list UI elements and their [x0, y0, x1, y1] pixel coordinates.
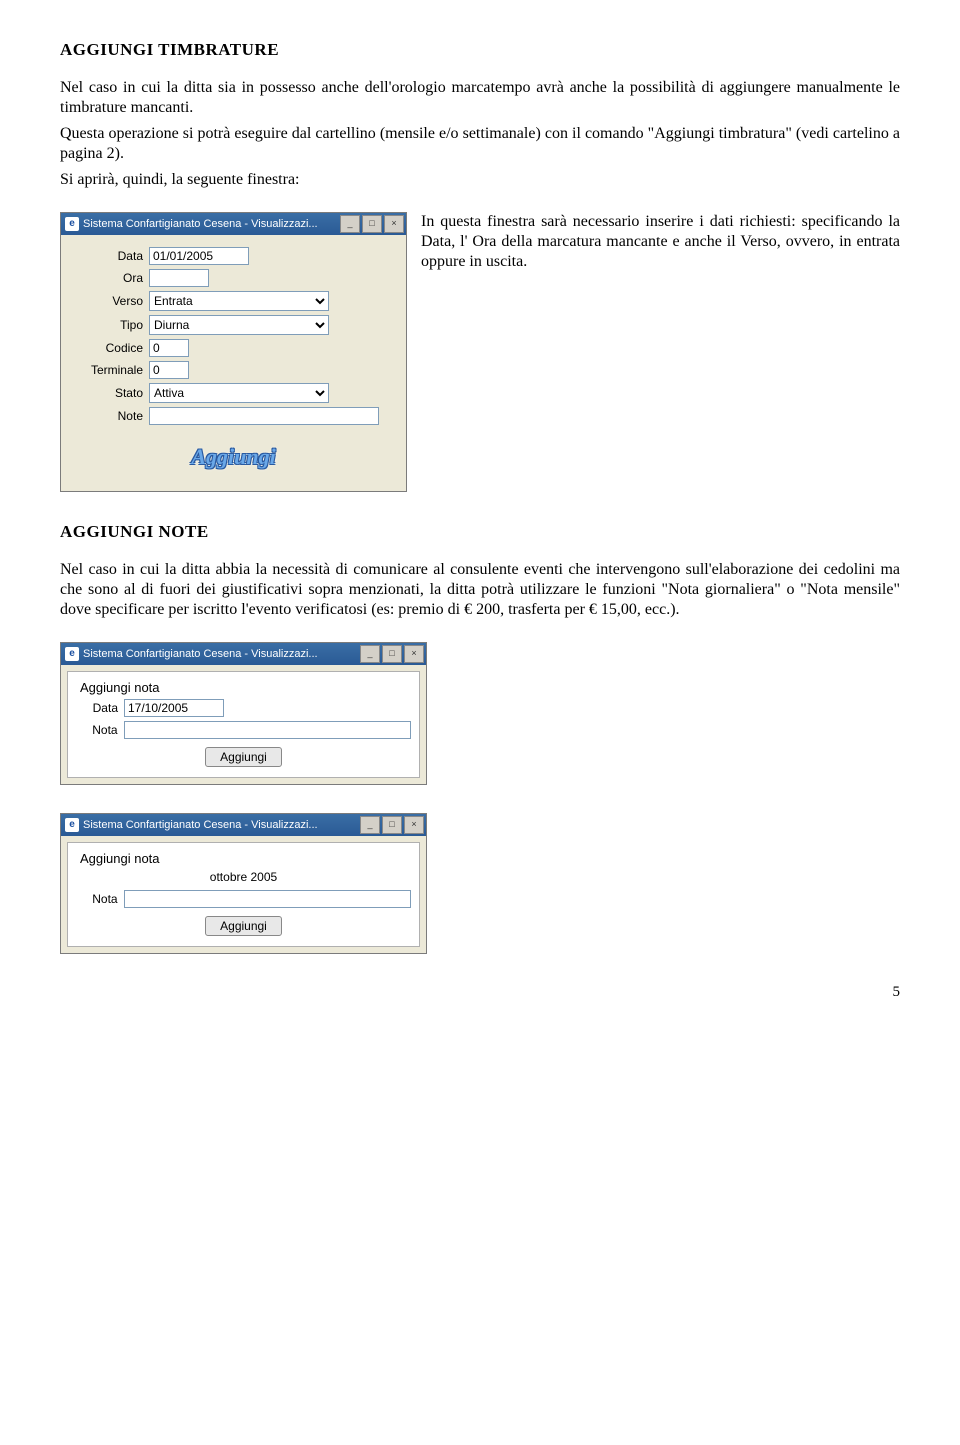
dialog-aggiungi-nota-giornaliera: e Sistema Confartigianato Cesena - Visua…: [60, 642, 427, 785]
label-data: Data: [76, 701, 124, 715]
form-heading: Aggiungi nota: [80, 680, 411, 695]
ie-icon: e: [65, 647, 79, 661]
minimize-button[interactable]: _: [360, 645, 380, 663]
titlebar[interactable]: e Sistema Confartigianato Cesena - Visua…: [61, 643, 426, 665]
label-ora: Ora: [71, 271, 149, 285]
para-text: Si aprirà, quindi, la seguente finestra:: [60, 170, 900, 190]
para-text: Nel caso in cui la ditta abbia la necess…: [60, 560, 900, 620]
label-nota: Nota: [76, 892, 124, 906]
ie-icon: e: [65, 818, 79, 832]
close-button[interactable]: ×: [404, 816, 424, 834]
label-note: Note: [71, 409, 149, 423]
dialog-aggiungi-timbratura: e Sistema Confartigianato Cesena - Visua…: [60, 212, 407, 492]
label-nota: Nota: [76, 723, 124, 737]
titlebar[interactable]: e Sistema Confartigianato Cesena - Visua…: [61, 814, 426, 836]
month-label: ottobre 2005: [76, 870, 411, 884]
close-button[interactable]: ×: [384, 215, 404, 233]
side-explanation: In questa finestra sarà necessario inser…: [421, 212, 900, 272]
page-number: 5: [60, 984, 900, 1001]
heading-aggiungi-timbrature: AGGIUNGI TIMBRATURE: [60, 40, 900, 60]
nota-field[interactable]: [124, 721, 411, 739]
close-button[interactable]: ×: [404, 645, 424, 663]
data-field[interactable]: [124, 699, 224, 717]
data-field[interactable]: [149, 247, 249, 265]
maximize-button[interactable]: □: [382, 816, 402, 834]
aggiungi-button[interactable]: Aggiungi: [185, 443, 281, 471]
label-data: Data: [71, 249, 149, 263]
para-text: Nel caso in cui la ditta sia in possesso…: [60, 78, 900, 118]
minimize-button[interactable]: _: [360, 816, 380, 834]
nota-field[interactable]: [124, 890, 411, 908]
minimize-button[interactable]: _: [340, 215, 360, 233]
tipo-select[interactable]: Diurna: [149, 315, 329, 335]
label-codice: Codice: [71, 341, 149, 355]
form-heading: Aggiungi nota: [80, 851, 411, 866]
window-title: Sistema Confartigianato Cesena - Visuali…: [83, 819, 318, 831]
maximize-button[interactable]: □: [382, 645, 402, 663]
aggiungi-button[interactable]: Aggiungi: [205, 747, 282, 767]
para-text: Questa operazione si potrà eseguire dal …: [60, 124, 900, 164]
window-title: Sistema Confartigianato Cesena - Visuali…: [83, 218, 318, 230]
label-verso: Verso: [71, 294, 149, 308]
ora-field[interactable]: [149, 269, 209, 287]
note-field[interactable]: [149, 407, 379, 425]
verso-select[interactable]: Entrata: [149, 291, 329, 311]
label-stato: Stato: [71, 386, 149, 400]
aggiungi-button[interactable]: Aggiungi: [205, 916, 282, 936]
titlebar[interactable]: e Sistema Confartigianato Cesena - Visua…: [61, 213, 406, 235]
window-title: Sistema Confartigianato Cesena - Visuali…: [83, 648, 318, 660]
maximize-button[interactable]: □: [362, 215, 382, 233]
ie-icon: e: [65, 217, 79, 231]
label-tipo: Tipo: [71, 318, 149, 332]
stato-select[interactable]: Attiva: [149, 383, 329, 403]
codice-field[interactable]: [149, 339, 189, 357]
label-terminale: Terminale: [71, 363, 149, 377]
terminale-field[interactable]: [149, 361, 189, 379]
dialog-aggiungi-nota-mensile: e Sistema Confartigianato Cesena - Visua…: [60, 813, 427, 954]
heading-aggiungi-note: AGGIUNGI NOTE: [60, 522, 900, 542]
